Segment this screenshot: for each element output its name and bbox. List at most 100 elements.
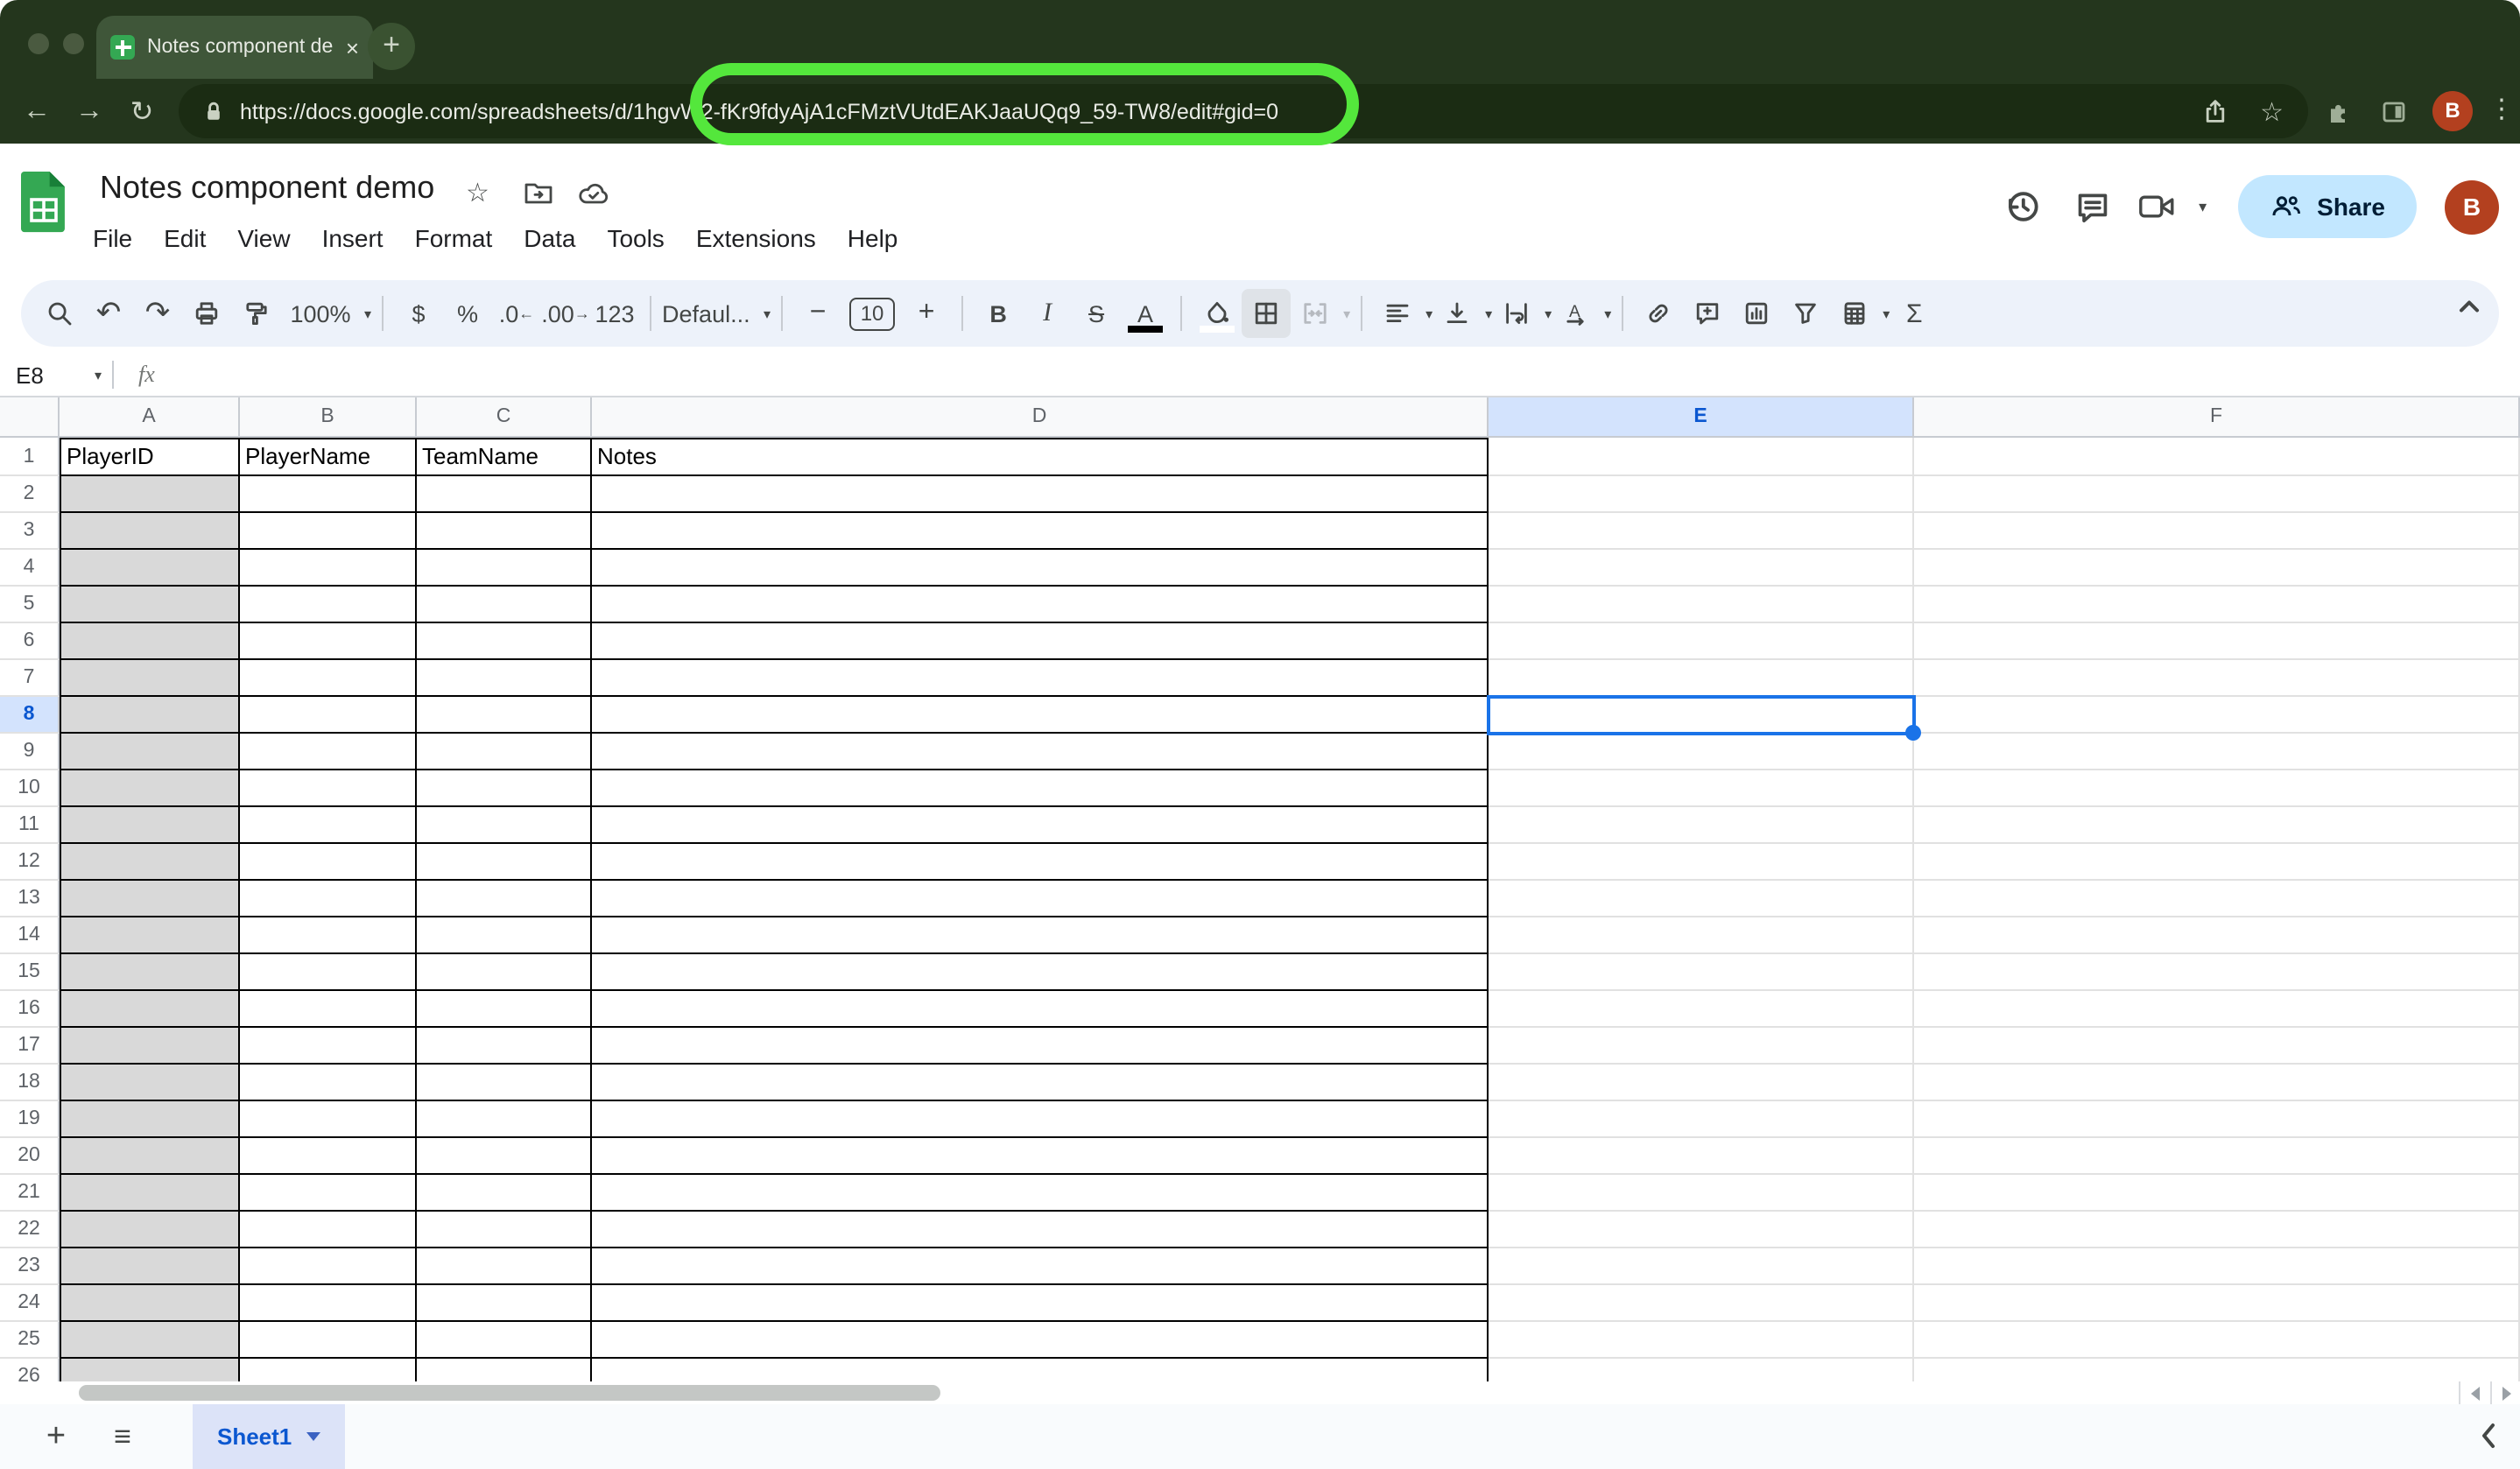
cell-A18[interactable] bbox=[60, 1065, 240, 1101]
cell-F14[interactable] bbox=[1914, 917, 2520, 954]
text-rotation-caret-icon[interactable]: ▾ bbox=[1604, 306, 1611, 321]
font-size-input[interactable]: 10 bbox=[849, 297, 895, 330]
scroll-left-arrow[interactable] bbox=[2459, 1381, 2488, 1404]
row-header-16[interactable]: 16 bbox=[0, 991, 60, 1028]
cell-C13[interactable] bbox=[417, 881, 592, 917]
cell-D7[interactable] bbox=[592, 660, 1489, 697]
print-icon[interactable] bbox=[182, 289, 231, 338]
new-tab-button[interactable]: + bbox=[368, 23, 415, 70]
extensions-puzzle-icon[interactable] bbox=[2326, 98, 2354, 126]
cell-B25[interactable] bbox=[240, 1322, 417, 1359]
cell-B15[interactable] bbox=[240, 954, 417, 991]
cell-F1[interactable] bbox=[1914, 438, 2520, 476]
cell-C18[interactable] bbox=[417, 1065, 592, 1101]
cell-B10[interactable] bbox=[240, 770, 417, 807]
cell-D9[interactable] bbox=[592, 734, 1489, 770]
cell-E4[interactable] bbox=[1489, 550, 1914, 587]
row-header-7[interactable]: 7 bbox=[0, 660, 60, 697]
cell-E17[interactable] bbox=[1489, 1028, 1914, 1065]
cell-D10[interactable] bbox=[592, 770, 1489, 807]
cell-B16[interactable] bbox=[240, 991, 417, 1028]
cell-C12[interactable] bbox=[417, 844, 592, 881]
cell-E5[interactable] bbox=[1489, 587, 1914, 623]
star-document-icon[interactable]: ☆ bbox=[466, 177, 489, 208]
cell-F10[interactable] bbox=[1914, 770, 2520, 807]
cell-D2[interactable] bbox=[592, 476, 1489, 513]
cell-F21[interactable] bbox=[1914, 1175, 2520, 1212]
merge-cells-button[interactable] bbox=[1291, 289, 1340, 338]
forward-icon[interactable]: → bbox=[63, 95, 116, 127]
redo-icon[interactable]: ↷ bbox=[133, 289, 182, 338]
collapse-side-panel-chevron-icon[interactable] bbox=[2474, 1418, 2502, 1453]
cell-C10[interactable] bbox=[417, 770, 592, 807]
cell-F2[interactable] bbox=[1914, 476, 2520, 513]
menu-edit[interactable]: Edit bbox=[148, 221, 222, 256]
window-close-button[interactable] bbox=[28, 33, 49, 54]
cell-E25[interactable] bbox=[1489, 1322, 1914, 1359]
address-bar[interactable]: https://docs.google.com/spreadsheets/d/1… bbox=[179, 84, 2308, 138]
cell-B3[interactable] bbox=[240, 513, 417, 550]
menu-extensions[interactable]: Extensions bbox=[680, 221, 832, 256]
cell-C9[interactable] bbox=[417, 734, 592, 770]
cell-B21[interactable] bbox=[240, 1175, 417, 1212]
search-menus-icon[interactable] bbox=[35, 289, 84, 338]
more-formats-button[interactable]: 123 bbox=[590, 289, 639, 338]
cell-B22[interactable] bbox=[240, 1212, 417, 1248]
row-header-12[interactable]: 12 bbox=[0, 844, 60, 881]
cell-C3[interactable] bbox=[417, 513, 592, 550]
cell-B20[interactable] bbox=[240, 1138, 417, 1175]
decrease-font-size-button[interactable]: − bbox=[793, 289, 842, 338]
decrease-decimal-button[interactable]: .0← bbox=[492, 289, 541, 338]
text-rotation-button[interactable]: A bbox=[1552, 289, 1601, 338]
cell-E16[interactable] bbox=[1489, 991, 1914, 1028]
cell-C22[interactable] bbox=[417, 1212, 592, 1248]
cell-A17[interactable] bbox=[60, 1028, 240, 1065]
cell-B1[interactable]: PlayerName bbox=[240, 438, 417, 476]
comment-history-icon[interactable] bbox=[2066, 188, 2118, 225]
scrollbar-thumb[interactable] bbox=[79, 1385, 940, 1401]
name-box[interactable]: E8 bbox=[0, 362, 95, 388]
row-header-15[interactable]: 15 bbox=[0, 954, 60, 991]
cell-A8[interactable] bbox=[60, 697, 240, 734]
cell-E23[interactable] bbox=[1489, 1248, 1914, 1285]
cell-F19[interactable] bbox=[1914, 1101, 2520, 1138]
browser-profile-avatar[interactable]: B bbox=[2432, 91, 2473, 131]
cell-C20[interactable] bbox=[417, 1138, 592, 1175]
cell-B18[interactable] bbox=[240, 1065, 417, 1101]
tab-close-icon[interactable]: × bbox=[346, 36, 359, 59]
cell-D26[interactable] bbox=[592, 1359, 1489, 1381]
row-header-2[interactable]: 2 bbox=[0, 476, 60, 513]
active-cell-selection[interactable] bbox=[1487, 695, 1916, 735]
cell-E24[interactable] bbox=[1489, 1285, 1914, 1322]
cell-A16[interactable] bbox=[60, 991, 240, 1028]
cell-C11[interactable] bbox=[417, 807, 592, 844]
cell-D1[interactable]: Notes bbox=[592, 438, 1489, 476]
cell-C23[interactable] bbox=[417, 1248, 592, 1285]
cell-B9[interactable] bbox=[240, 734, 417, 770]
cell-F6[interactable] bbox=[1914, 623, 2520, 660]
camera-caret-icon[interactable]: ▾ bbox=[2199, 197, 2207, 216]
bold-button[interactable]: B bbox=[974, 289, 1023, 338]
strikethrough-button[interactable]: S bbox=[1072, 289, 1121, 338]
cell-D5[interactable] bbox=[592, 587, 1489, 623]
cell-B26[interactable] bbox=[240, 1359, 417, 1381]
row-header-20[interactable]: 20 bbox=[0, 1138, 60, 1175]
row-header-4[interactable]: 4 bbox=[0, 550, 60, 587]
column-header-D[interactable]: D bbox=[592, 397, 1489, 438]
cell-F20[interactable] bbox=[1914, 1138, 2520, 1175]
cell-F26[interactable] bbox=[1914, 1359, 2520, 1381]
add-sheet-button[interactable]: + bbox=[35, 1417, 77, 1456]
cell-E3[interactable] bbox=[1489, 513, 1914, 550]
cell-E12[interactable] bbox=[1489, 844, 1914, 881]
cell-B13[interactable] bbox=[240, 881, 417, 917]
cell-A14[interactable] bbox=[60, 917, 240, 954]
cell-F24[interactable] bbox=[1914, 1285, 2520, 1322]
cell-A6[interactable] bbox=[60, 623, 240, 660]
row-header-18[interactable]: 18 bbox=[0, 1065, 60, 1101]
row-header-23[interactable]: 23 bbox=[0, 1248, 60, 1285]
cell-A19[interactable] bbox=[60, 1101, 240, 1138]
cell-E14[interactable] bbox=[1489, 917, 1914, 954]
cell-F5[interactable] bbox=[1914, 587, 2520, 623]
vertical-align-caret-icon[interactable]: ▾ bbox=[1485, 306, 1492, 321]
browser-tab[interactable]: Notes component demo - Goo × bbox=[96, 16, 373, 79]
